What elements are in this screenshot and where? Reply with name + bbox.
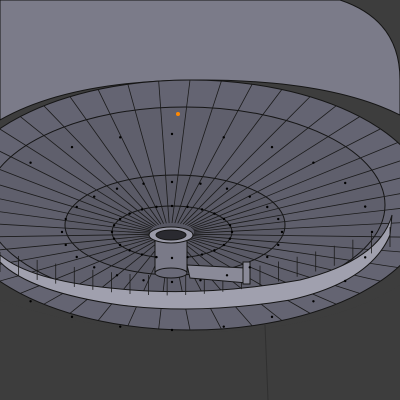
vertex — [277, 217, 280, 221]
vertex — [118, 243, 122, 247]
vertex — [119, 325, 122, 328]
vertex — [222, 243, 226, 247]
vertex — [112, 237, 116, 240]
vertex — [248, 195, 251, 198]
vertex — [270, 315, 274, 319]
3d-viewport[interactable] — [0, 0, 400, 400]
vertex — [155, 255, 158, 259]
vertex — [228, 224, 232, 227]
vertex — [142, 182, 145, 185]
vertex — [128, 212, 131, 215]
vertex — [186, 255, 189, 259]
selected-vertex[interactable] — [176, 112, 180, 116]
vertex — [170, 132, 174, 136]
vertex — [199, 279, 202, 282]
cylinder-bottom — [154, 267, 188, 279]
vertex — [213, 249, 216, 252]
vertex — [312, 300, 315, 303]
vertex — [75, 255, 78, 259]
vertex — [266, 205, 269, 209]
vertex — [93, 266, 96, 269]
vertex — [370, 230, 374, 234]
vertex — [213, 212, 216, 215]
vertex — [155, 205, 158, 209]
vertex — [277, 243, 280, 247]
vertex — [115, 187, 119, 190]
vertex — [29, 161, 32, 164]
vertex — [119, 136, 122, 139]
vertex — [170, 328, 174, 332]
vertex — [312, 161, 315, 164]
vertex — [200, 208, 204, 211]
vertex — [142, 279, 145, 282]
vertex — [266, 255, 269, 259]
vertex — [70, 315, 74, 319]
vertex — [70, 145, 74, 149]
vertex — [64, 243, 67, 247]
vertex — [115, 274, 119, 277]
vertex — [222, 217, 226, 221]
center-cylinder[interactable] — [148, 226, 194, 279]
vertex — [344, 181, 347, 185]
vertex — [128, 249, 131, 252]
vertex — [170, 280, 174, 284]
vertex — [199, 182, 202, 185]
vertex — [75, 205, 78, 209]
vertex — [230, 230, 234, 234]
vertex — [200, 253, 204, 256]
vertex — [140, 253, 144, 256]
vertex — [112, 224, 116, 227]
arm-end — [242, 261, 251, 285]
vertex — [140, 208, 144, 211]
vertex — [225, 274, 229, 277]
vertex — [225, 187, 229, 190]
vertex — [344, 279, 347, 283]
cylinder-hole — [155, 229, 187, 241]
vertex — [222, 136, 225, 139]
vertex — [64, 217, 67, 221]
vertex — [363, 256, 367, 259]
vertex — [248, 266, 251, 269]
vertex — [270, 145, 274, 149]
vertex — [170, 256, 174, 260]
vertex — [170, 204, 174, 208]
vertex — [60, 230, 64, 234]
vertex — [186, 205, 189, 209]
vertex — [170, 180, 174, 184]
vertex — [363, 205, 367, 208]
vertex — [228, 237, 232, 240]
vertex — [222, 325, 225, 328]
vertex — [110, 230, 114, 234]
vertex — [29, 300, 32, 303]
vertex — [118, 217, 122, 221]
mesh-canvas[interactable] — [0, 0, 400, 400]
vertex — [93, 195, 96, 198]
vertex — [280, 230, 284, 234]
